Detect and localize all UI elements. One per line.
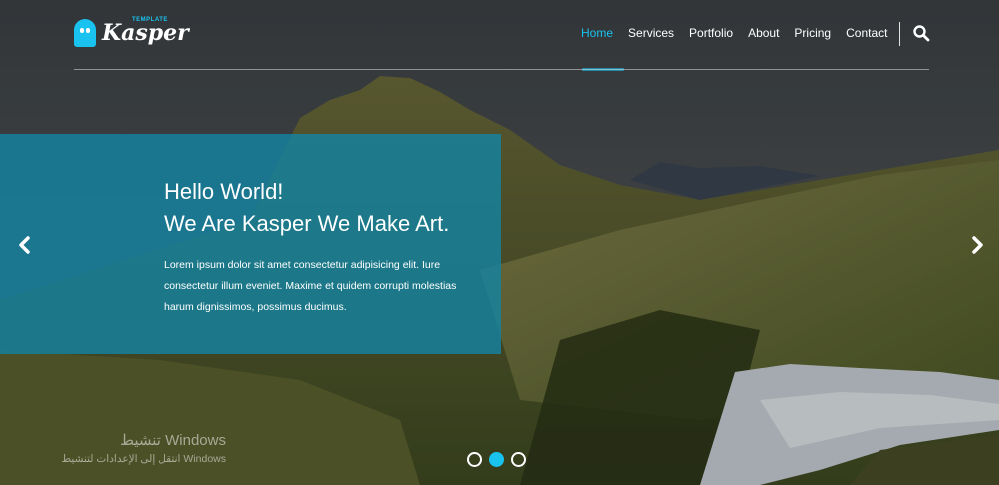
chevron-right-icon[interactable] [971,236,985,254]
nav-home[interactable]: Home [581,26,613,40]
nav-contact[interactable]: Contact [846,26,887,40]
slider-bullet-2[interactable] [489,452,504,467]
nav-pricing[interactable]: Pricing [794,26,831,40]
nav-services[interactable]: Services [628,26,674,40]
slider-bullet-3[interactable] [511,452,526,467]
site-header: TEMPLATE Kasper Home Services Portfolio … [0,0,999,72]
nav-portfolio[interactable]: Portfolio [689,26,733,40]
watermark-line-2: انتقل إلى الإعدادات لتنشيط Windows [61,453,226,465]
logo-subtitle: TEMPLATE [132,17,168,23]
logo-text: TEMPLATE Kasper [102,16,189,50]
hero-title: Hello World! We Are Kasper We Make Art. [164,176,449,240]
hero-content-box [0,134,501,354]
main-nav: Home Services Portfolio About Pricing Co… [581,26,902,40]
watermark-line-1: تنشيط Windows [120,432,226,449]
hero-title-line-2: We Are Kasper We Make Art. [164,211,450,236]
hero-description: Lorem ipsum dolor sit amet consectetur a… [164,259,457,313]
hero-title-line-1: Hello World! [164,179,284,204]
windows-activation-watermark: تنشيط Windows انتقل إلى الإعدادات لتنشيط… [48,431,226,467]
slider-bullet-1[interactable] [467,452,482,467]
slider-bullets [467,452,526,467]
search-icon[interactable] [912,24,930,42]
nav-about[interactable]: About [748,26,779,40]
logo-title: Kasper [102,20,189,46]
ghost-logo-icon [74,19,96,47]
site-logo[interactable]: TEMPLATE Kasper [74,16,189,50]
chevron-left-icon[interactable] [17,236,31,254]
nav-divider [899,22,900,46]
header-divider-line [74,69,929,70]
